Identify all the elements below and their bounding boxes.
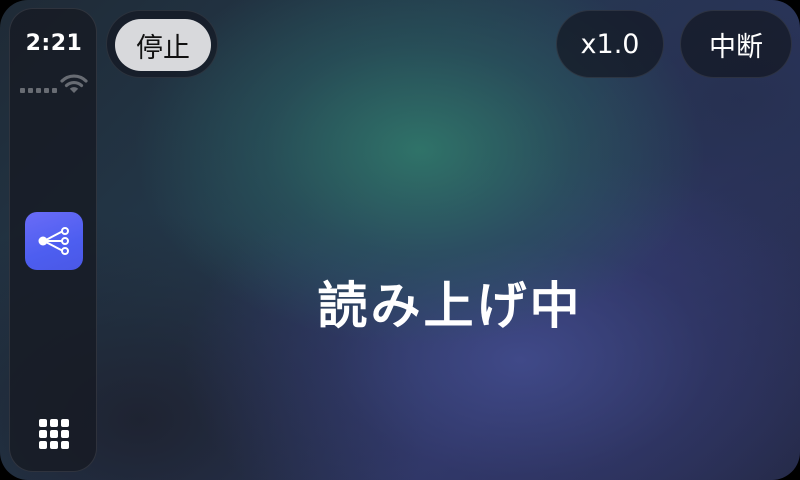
pause-button[interactable]: 中断 (680, 10, 792, 78)
wifi-icon (60, 74, 88, 93)
app-grid-icon[interactable] (39, 419, 69, 449)
status-time: 2:21 (25, 31, 83, 56)
sidebar: 2:21 (9, 8, 97, 472)
stop-button-container: 停止 (106, 10, 218, 78)
cellular-signal-icon (20, 88, 57, 93)
reading-status-text: 読み上げ中 (317, 277, 583, 335)
share-nodes-app-button[interactable] (25, 212, 83, 270)
stop-button[interactable]: 停止 (115, 19, 211, 71)
speed-button[interactable]: x1.0 (556, 10, 664, 78)
share-nodes-icon (38, 227, 69, 255)
carplay-screen: 2:21 停止 x1.0 中断 読み上げ中 (0, 0, 800, 480)
